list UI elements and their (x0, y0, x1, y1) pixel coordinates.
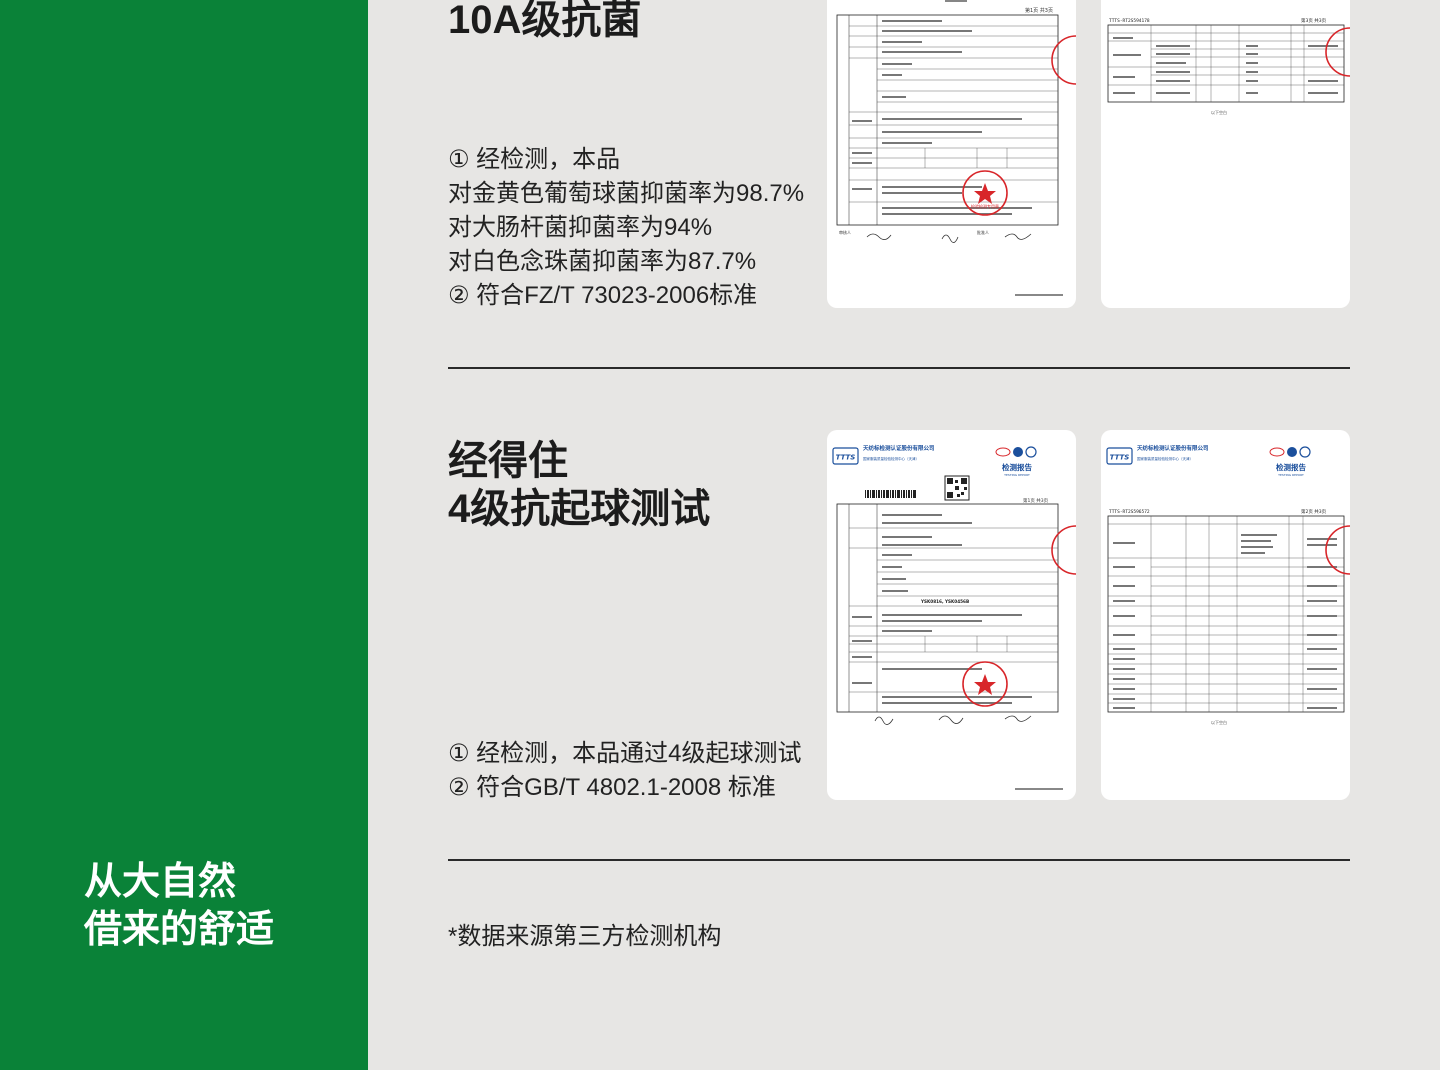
report-end-label: 以下空白 (1211, 719, 1227, 725)
slogan-line-2: 借来的舒适 (84, 909, 275, 951)
barcode-icon (865, 490, 916, 498)
report-number: TTTS-RT2S594178 (1109, 18, 1150, 24)
pilling-report-page-1: TTTS 天纺标检测认证股份有限公司 国家服装质量检验检测中心（天津） 检测报告… (827, 430, 1076, 800)
pilling-line-1: ① 经检测，本品通过4级起球测试 (448, 740, 802, 767)
report-number: TTTS-RT2S596572 (1109, 509, 1150, 515)
seam-stamp-icon (1051, 35, 1076, 85)
seam-stamp-icon (1325, 27, 1350, 77)
inspection-stamp-icon: 检验检测专用章 (962, 170, 1008, 216)
signature-label-1: 审核人 (839, 229, 851, 235)
logo-text: TTTS (836, 454, 856, 462)
qr-code-icon (944, 475, 970, 501)
antibacterial-line-5: ② 符合FZ/T 73023-2006标准 (448, 282, 758, 309)
seam-stamp-icon (1051, 525, 1076, 575)
pilling-description: ① 经检测，本品通过4级起球测试 ② 符合GB/T 4802.1-2008 标准 (448, 737, 802, 805)
signature-icon (874, 716, 894, 725)
pilling-report-page-2: TTTS 天纺标检测认证股份有限公司 国家服装质量检验检测中心（天津） 检测报告… (1101, 430, 1350, 800)
org-name: 天纺标检测认证股份有限公司 (863, 444, 935, 452)
accreditation-logos-icon (1269, 446, 1311, 458)
org-subname: 国家服装质量检验检测中心（天津） (863, 456, 919, 461)
signature-icon (866, 233, 892, 240)
report-title: 检测报告 (1002, 462, 1032, 472)
accreditation-logos-icon (995, 446, 1037, 458)
report-page-label: 第2页 共3页 (1301, 508, 1327, 515)
sidebar-slogan: 从大自然 借来的舒适 (84, 858, 274, 954)
antibacterial-title: 10A级抗菌 (448, 0, 642, 42)
data-source-footnote: *数据来源第三方检测机构 (448, 923, 722, 950)
inspection-stamp-icon (962, 661, 1008, 707)
report-page-label: 第1页 共3页 (1023, 497, 1049, 504)
org-subname: 国家服装质量检验检测中心（天津） (1137, 456, 1193, 461)
signature-icon (1004, 233, 1032, 240)
sidebar-panel: 从大自然 借来的舒适 (0, 0, 368, 1070)
pilling-heading: 经得住 4级抗起球测试 (448, 437, 710, 533)
logo-text: TTTS (1110, 454, 1130, 462)
antibacterial-heading: 10A级抗菌 (448, 0, 641, 44)
section-divider (448, 859, 1350, 861)
stamp-label: 检验检测专用章 (971, 203, 999, 209)
signature-icon (938, 715, 964, 724)
signature-icon (1004, 715, 1032, 722)
antibacterial-line-4: 对白色念珠菌抑菌率为87.7% (448, 248, 757, 275)
signature-label-2: 批准人 (977, 229, 989, 235)
report-page-label: 第3页 共3页 (1301, 17, 1327, 24)
section-divider (448, 367, 1350, 369)
antibacterial-report-page-1: 第1页 共3页 检验检测专用章 审核人 批准人 (827, 0, 1076, 308)
pilling-title-line-2: 4级抗起球测试 (448, 487, 711, 531)
report-title-en: TESTING REPORT (1003, 473, 1030, 477)
style-number: YSK0816, YSK0456B (920, 599, 969, 604)
antibacterial-line-1: ① 经检测，本品 (448, 146, 621, 173)
slogan-line-1: 从大自然 (84, 861, 237, 903)
antibacterial-description: ① 经检测，本品 对金黄色葡萄球菌抑菌率为98.7% 对大肠杆菌抑菌率为94% … (448, 143, 804, 313)
pilling-line-2: ② 符合GB/T 4802.1-2008 标准 (448, 774, 776, 801)
antibacterial-report-page-3: TTTS-RT2S594178 第3页 共3页 以下空白 (1101, 0, 1350, 308)
ttts-logo-icon: TTTS (832, 447, 859, 465)
antibacterial-line-2: 对金黄色葡萄球菌抑菌率为98.7% (448, 180, 805, 207)
signature-icon (941, 234, 959, 243)
org-name: 天纺标检测认证股份有限公司 (1137, 444, 1209, 452)
pilling-title-line-1: 经得住 (448, 439, 568, 483)
report-title-en: TESTING REPORT (1277, 473, 1304, 477)
qr-code-icon (945, 0, 967, 2)
antibacterial-line-3: 对大肠杆菌抑菌率为94% (448, 214, 713, 241)
ttts-logo-icon: TTTS (1106, 447, 1133, 465)
report-end-label: 以下空白 (1211, 109, 1227, 115)
report-page-label: 第1页 共3页 (1025, 7, 1053, 14)
report-title: 检测报告 (1276, 462, 1306, 472)
